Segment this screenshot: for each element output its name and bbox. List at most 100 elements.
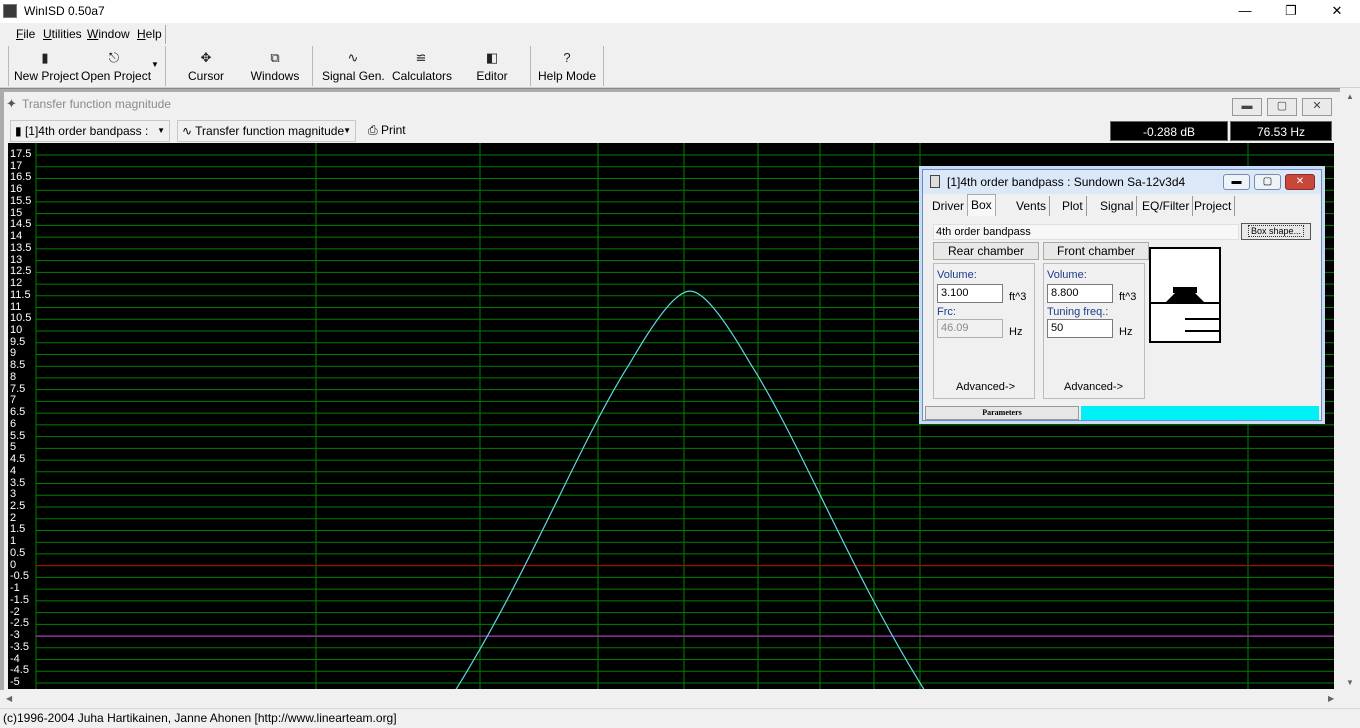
- tab-signal[interactable]: Signal: [1097, 196, 1138, 216]
- driver-cone: [1165, 293, 1205, 303]
- project-icon: [930, 175, 940, 188]
- folder-icon: ⎋: [108, 50, 120, 65]
- close-button[interactable]: ✕: [1314, 0, 1360, 23]
- y-tick-label: -1.5: [10, 593, 29, 606]
- open-project-dropdown-arrow[interactable]: ▼: [151, 60, 159, 69]
- rear-volume-label: Volume:: [937, 269, 977, 281]
- frc-input: 46.09: [937, 319, 1003, 338]
- scroll-up-icon[interactable]: ▲: [1346, 92, 1354, 101]
- cursor-icon: ✥: [200, 50, 212, 65]
- maximize-button[interactable]: ❐: [1268, 0, 1314, 23]
- child-close-button[interactable]: ✕: [1302, 98, 1332, 116]
- menu-file[interactable]: File: [16, 27, 35, 41]
- scroll-left-icon[interactable]: ◀: [6, 694, 12, 703]
- y-tick-label: -0.5: [10, 570, 29, 583]
- y-tick-label: 12.5: [10, 265, 32, 278]
- plot-type-selector-value: Transfer function magnitude: [195, 124, 345, 138]
- child-maximize-button[interactable]: ▢: [1267, 98, 1297, 116]
- y-tick-label: 9: [10, 347, 17, 360]
- transfer-function-curve: [454, 290, 926, 692]
- y-tick-label: -3: [10, 629, 20, 642]
- y-tick-label: 7: [10, 394, 17, 407]
- box-type-field[interactable]: 4th order bandpass: [933, 224, 1239, 240]
- child-window-title-text: Transfer function magnitude: [22, 97, 171, 111]
- y-tick-label: 13: [10, 253, 23, 266]
- scroll-down-icon[interactable]: ▼: [1346, 678, 1354, 687]
- front-chamber-button[interactable]: Front chamber: [1043, 242, 1149, 260]
- toolbar-separator: [603, 46, 604, 86]
- minimize-button[interactable]: —: [1222, 0, 1268, 23]
- speaker-box-drawing: [1151, 287, 1219, 332]
- help-mode-button[interactable]: ? Help Mode: [538, 49, 596, 87]
- new-project-button[interactable]: ▮ New Project: [14, 49, 79, 87]
- menu-separator: [165, 25, 166, 44]
- y-tick-label: 10: [10, 324, 23, 336]
- dialog-maximize-button[interactable]: ▢: [1254, 174, 1281, 190]
- cursor-db-readout: -0.288 dB: [1110, 121, 1228, 141]
- app-window: WinISD 0.50a7 — ❐ ✕ File Utilities Windo…: [0, 0, 1360, 728]
- tab-box[interactable]: Box: [967, 194, 996, 216]
- dialog-minimize-button[interactable]: ▬: [1223, 174, 1250, 190]
- toolbar-separator: [8, 46, 9, 86]
- vertical-scrollbar[interactable]: ▲ ▼: [1340, 88, 1360, 690]
- y-tick-label: 6: [10, 417, 17, 430]
- tuning-freq-unit: Hz: [1119, 326, 1133, 338]
- horizontal-scrollbar[interactable]: ◀ ▶: [0, 690, 1340, 708]
- dialog-title-bar[interactable]: [1]4th order bandpass : Sundown Sa-12v3d…: [923, 170, 1321, 194]
- project-selector-value: [1]4th order bandpass :: [24, 124, 149, 138]
- open-project-label: Open Project: [81, 69, 152, 83]
- y-tick-label: -2: [10, 605, 20, 618]
- signal-gen-label: Signal Gen.: [322, 69, 385, 83]
- dialog-close-button[interactable]: ✕: [1285, 174, 1315, 190]
- tuning-freq-input[interactable]: 50: [1047, 319, 1113, 338]
- y-tick-label: 1: [10, 535, 17, 548]
- project-icon: ▮: [15, 124, 25, 138]
- front-advanced-link[interactable]: Advanced->: [1064, 381, 1123, 393]
- menu-utilities[interactable]: Utilities: [43, 27, 82, 41]
- cursor-button[interactable]: ✥ Cursor: [182, 49, 230, 87]
- calculators-label: Calculators: [392, 69, 453, 83]
- chevron-down-icon: ▼: [343, 126, 351, 135]
- calculators-button[interactable]: ≌ Calculators: [392, 49, 453, 87]
- signal-gen-button[interactable]: ∿ Signal Gen.: [322, 49, 385, 87]
- project-selector[interactable]: ▮ [1]4th order bandpass : ▼: [10, 120, 170, 142]
- windows-button[interactable]: ⧉ Windows: [248, 49, 302, 87]
- scroll-corner: [1340, 690, 1360, 708]
- rear-volume-input[interactable]: 3.100: [937, 284, 1003, 303]
- help-mode-label: Help Mode: [538, 69, 597, 83]
- y-tick-label: 4: [10, 464, 17, 477]
- y-tick-label: 5: [10, 441, 17, 454]
- rear-advanced-link[interactable]: Advanced->: [956, 381, 1015, 393]
- rear-chamber-button[interactable]: Rear chamber: [933, 242, 1039, 260]
- scroll-right-icon[interactable]: ▶: [1328, 694, 1334, 703]
- editor-button[interactable]: ◧ Editor: [472, 49, 512, 87]
- plot-type-selector[interactable]: ∿ Transfer function magnitude ▼: [177, 120, 356, 142]
- app-icon: [3, 4, 17, 18]
- y-tick-label: 15: [10, 206, 23, 219]
- y-tick-label: 9.5: [10, 335, 26, 348]
- print-label: Print: [380, 123, 406, 137]
- y-tick-label: -2.5: [10, 617, 29, 630]
- y-tick-label: 0: [10, 558, 17, 571]
- y-tick-label: 1.5: [10, 523, 26, 536]
- y-tick-label: 7.5: [10, 382, 26, 395]
- cursor-label: Cursor: [187, 69, 224, 83]
- tab-plot[interactable]: Plot: [1059, 196, 1087, 216]
- tuning-freq-label: Tuning freq.:: [1047, 306, 1109, 318]
- windows-icon: ⧉: [270, 50, 280, 65]
- front-volume-input[interactable]: 8.800: [1047, 284, 1113, 303]
- rear-chamber-panel: Volume: 3.100 ft^3 Frc: 46.09 Hz Advance…: [933, 263, 1035, 399]
- tab-project[interactable]: Project: [1191, 196, 1236, 216]
- help-icon: ?: [563, 50, 571, 65]
- child-minimize-button[interactable]: ▬: [1232, 98, 1262, 116]
- tab-eq-filter[interactable]: EQ/Filter: [1139, 196, 1194, 216]
- box-shape-button[interactable]: Box shape...: [1241, 223, 1311, 240]
- y-tick-label: -4: [10, 652, 20, 665]
- bandpass-box-diagram: [1149, 247, 1221, 343]
- tab-vents[interactable]: Vents: [1013, 196, 1051, 216]
- print-button[interactable]: ⎙ Print: [364, 120, 414, 142]
- tab-driver[interactable]: Driver: [929, 196, 968, 216]
- menu-window[interactable]: Window: [87, 27, 130, 41]
- open-project-button[interactable]: ⎋ Open Project: [81, 49, 152, 87]
- menu-help[interactable]: Help: [137, 27, 162, 41]
